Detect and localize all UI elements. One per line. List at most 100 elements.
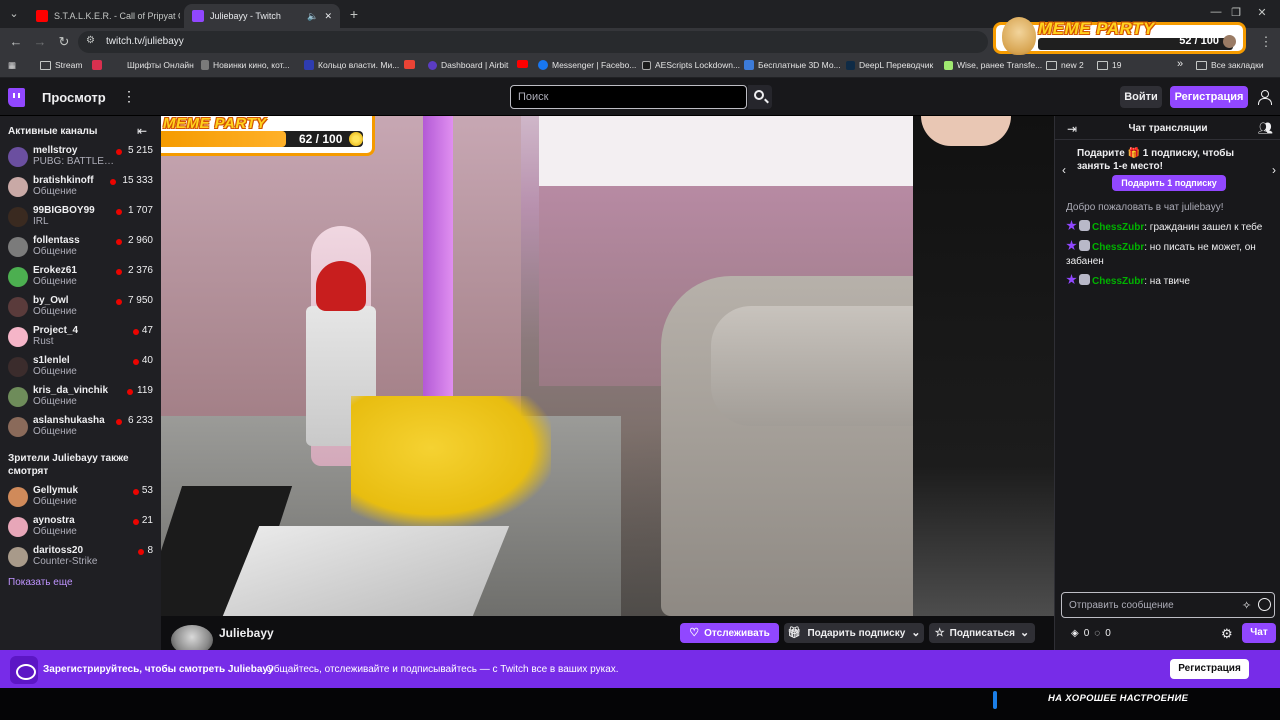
- sidebar-channel[interactable]: Erokez61 Общение 2 376: [0, 262, 161, 292]
- sidebar-channel[interactable]: aslanshukasha Общение 6 233: [0, 412, 161, 442]
- emote-icon[interactable]: [1258, 598, 1271, 611]
- channel-category: Общение: [33, 496, 77, 507]
- channel-points[interactable]: ◈ 0 ◌ 0: [1071, 628, 1111, 639]
- url-text[interactable]: twitch.tv/juliebayy: [106, 36, 184, 47]
- browse-link[interactable]: Просмотр: [42, 90, 106, 105]
- sidebar-channel[interactable]: s1lenlel Общение 40: [0, 352, 161, 382]
- meme-party-title: MEME PARTY: [1038, 19, 1155, 38]
- gift-sub-button[interactable]: 🎁︎ Подарить подписку ⌄: [784, 623, 924, 643]
- minimize-icon[interactable]: —: [1206, 6, 1226, 18]
- site-icon: [304, 60, 314, 70]
- bookmark-movies[interactable]: Новинки кино, кот...: [201, 60, 290, 70]
- bookmark-wise[interactable]: Wise, ранее Transfe...: [944, 60, 1042, 70]
- banner-register-button[interactable]: Регистрация: [1170, 659, 1249, 679]
- close-window-icon[interactable]: ✕: [1252, 6, 1272, 19]
- bookmark-stream[interactable]: Stream: [40, 60, 82, 70]
- sidebar-channel[interactable]: by_Owl Общение 7 950: [0, 292, 161, 322]
- close-icon[interactable]: ✕: [324, 11, 332, 22]
- forward-icon[interactable]: →: [32, 34, 48, 50]
- coin-icon: [349, 132, 363, 146]
- chat-message: ChessZubr: на твиче: [1066, 274, 1276, 289]
- bookmark-airbit[interactable]: Dashboard | Airbit: [428, 60, 508, 70]
- streamer-name[interactable]: Juliebayy: [219, 626, 274, 640]
- new-tab-button[interactable]: +: [346, 6, 362, 22]
- users-icon[interactable]: 👥︎: [1258, 121, 1273, 135]
- bookmark-gmail[interactable]: [404, 60, 415, 69]
- channel-avatar: [8, 387, 28, 407]
- sidebar-channel[interactable]: 99BIGBOY99 IRL 1 707: [0, 202, 161, 232]
- viewer-count: 47: [141, 325, 153, 336]
- maximize-icon[interactable]: ❐: [1226, 6, 1246, 19]
- gmail-icon: [404, 60, 415, 69]
- channel-category: Общение: [33, 396, 77, 407]
- meme-bar-fill: [161, 131, 287, 147]
- chevron-left-icon[interactable]: ‹: [1062, 163, 1066, 177]
- bookmark-fonts-label[interactable]: Шрифты Онлайн: [127, 60, 194, 70]
- more-options-icon[interactable]: ⋮: [122, 88, 136, 105]
- search-button[interactable]: [748, 85, 772, 109]
- browser-tab-twitch[interactable]: Juliebayy - Twitch 🔈 ✕: [184, 4, 340, 28]
- signup-button[interactable]: Регистрация: [1170, 86, 1248, 108]
- twitch-logo-icon[interactable]: [8, 88, 25, 107]
- subscribe-button[interactable]: ☆ Подписаться ⌄: [929, 623, 1035, 643]
- video-player[interactable]: MEME PARTY 62 / 100: [161, 116, 1054, 616]
- site-icon: [428, 60, 437, 70]
- search-input[interactable]: [510, 85, 747, 109]
- follow-button[interactable]: ♡ Отслеживать: [680, 623, 779, 643]
- browser-tab-stalker[interactable]: S.T.A.L.K.E.R. - Call of Pripyat O... ✕: [28, 4, 180, 28]
- channel-avatar: [8, 547, 28, 567]
- back-icon[interactable]: ←: [8, 34, 24, 50]
- chat-send-button[interactable]: Чат: [1242, 623, 1276, 643]
- heart-icon: ♡: [689, 626, 700, 639]
- tab-search-icon[interactable]: ⌄: [6, 6, 22, 22]
- login-button[interactable]: Войти: [1120, 86, 1162, 108]
- all-bookmarks[interactable]: Все закладки: [1196, 60, 1264, 70]
- live-dot-icon: [116, 419, 122, 425]
- menu-dots-icon[interactable]: ⋮: [1258, 34, 1274, 50]
- more-bookmarks-icon[interactable]: »: [1177, 58, 1183, 70]
- viewer-count: 21: [141, 515, 153, 526]
- glitch-logo-icon: [10, 656, 38, 684]
- sidebar-channel[interactable]: kris_da_vinchik Общение 119: [0, 382, 161, 412]
- sidebar-channel[interactable]: daritoss20 Counter-Strike 8: [0, 542, 161, 572]
- speaker-icon[interactable]: 🔈: [307, 11, 318, 22]
- live-dot-icon: [127, 389, 134, 395]
- bookmark-new2[interactable]: new 2: [1046, 60, 1084, 70]
- viewer-count: 7 950: [127, 295, 153, 306]
- gift-one-sub-button[interactable]: Подарить 1 подписку: [1112, 175, 1226, 191]
- sidebar-channel[interactable]: Gellymuk Общение 53: [0, 482, 161, 512]
- bookmark-19[interactable]: 19: [1097, 60, 1121, 70]
- channel-avatar: [8, 177, 28, 197]
- bits-icon[interactable]: ✧: [1242, 599, 1251, 612]
- omnibox[interactable]: ⚙ twitch.tv/juliebayy: [78, 31, 988, 53]
- sidebar-channel[interactable]: aynostra Общение 21: [0, 512, 161, 542]
- reload-icon[interactable]: ↻: [56, 34, 72, 50]
- collapse-sidebar-icon[interactable]: ⇤: [137, 124, 147, 138]
- channel-name: aynostra: [33, 515, 75, 526]
- sidebar-channel[interactable]: Project_4 Rust 47: [0, 322, 161, 352]
- channel-avatar: [8, 487, 28, 507]
- bookmarks-bar: ▦ Stream Шрифты Онлайн Новинки кино, кот…: [0, 56, 1280, 78]
- bookmark-deepl[interactable]: DeepL Переводчик: [846, 60, 933, 70]
- bookmark-messenger[interactable]: Messenger | Facebo...: [538, 60, 636, 70]
- bookmark-youtube[interactable]: [517, 60, 528, 68]
- bookmark-rings[interactable]: Кольцо власти. Ми...: [304, 60, 399, 70]
- channel-category: Общение: [33, 526, 77, 537]
- chevron-right-icon[interactable]: ›: [1272, 163, 1276, 177]
- sidebar-channel[interactable]: follentass Общение 2 960: [0, 232, 161, 262]
- apps-icon[interactable]: ▦: [8, 60, 16, 71]
- sidebar-channel[interactable]: mellstroy PUBG: BATTLEG... 5 215: [0, 142, 161, 172]
- bookmark-aescripts[interactable]: AEScripts Lockdown...: [642, 60, 740, 70]
- channel-category: Общение: [33, 366, 77, 377]
- show-more-link[interactable]: Показать еще: [8, 577, 73, 588]
- gear-icon[interactable]: ⚙: [1221, 626, 1233, 642]
- site-info-icon[interactable]: ⚙: [86, 35, 95, 46]
- register-banner: Зарегистрируйтесь, чтобы смотреть Julieb…: [0, 650, 1280, 688]
- bookmark-fonts[interactable]: [92, 60, 102, 70]
- viewer-count: 53: [141, 485, 153, 496]
- channel-avatar: [8, 147, 28, 167]
- sidebar-channel[interactable]: bratishkinoff Общение 15 333: [0, 172, 161, 202]
- bookmark-3d[interactable]: Бесплатные 3D Мо...: [744, 60, 841, 70]
- user-icon[interactable]: [1258, 90, 1272, 105]
- channel-category: Общение: [33, 186, 77, 197]
